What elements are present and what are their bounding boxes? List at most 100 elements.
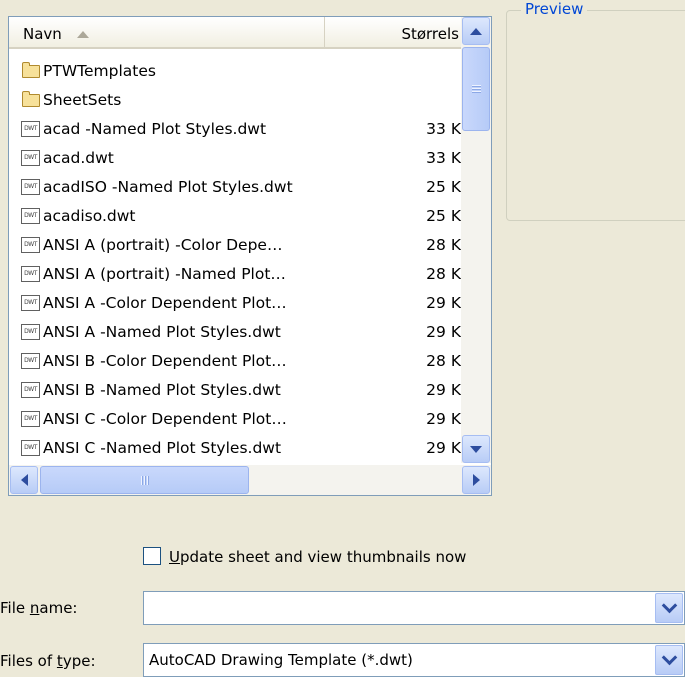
file-row[interactable]: DWT acad -Named Plot Styles.dwt 33 K <box>9 115 461 144</box>
update-thumbnails-text: pdate sheet and view thumbnails now <box>179 548 467 566</box>
dwt-file-icon: DWT <box>21 265 41 283</box>
file-row[interactable]: DWT ANSI B -Named Plot Styles.dwt 29 K <box>9 376 461 405</box>
file-name-cell: SheetSets <box>43 91 122 109</box>
sort-ascending-icon <box>76 31 89 38</box>
folder-shape <box>22 91 40 107</box>
dwt-file-icon: DWT <box>21 178 41 196</box>
file-rows: PTWTemplates SheetSets DWT acad -Named Plot… <box>9 57 461 463</box>
file-name-label-pre: File <box>0 599 30 617</box>
chevron-down-icon <box>661 649 677 666</box>
file-name-cell: ANSI C -Named Plot Styles.dwt <box>43 439 282 457</box>
file-size-cell: 28 K <box>426 352 461 370</box>
dwt-file-icon: DWT <box>21 410 41 428</box>
dwt-icon-badge: DWT <box>21 382 40 398</box>
file-row[interactable]: SheetSets <box>9 86 461 115</box>
column-header-size[interactable]: Størrels <box>326 17 461 47</box>
list-header: Navn Størrels <box>9 17 461 49</box>
file-name-dropdown-button[interactable] <box>655 593 683 623</box>
file-type-combobox[interactable]: AutoCAD Drawing Template (*.dwt) <box>143 643 685 677</box>
horizontal-scroll-thumb[interactable] <box>40 466 249 494</box>
dwt-file-icon: DWT <box>21 352 41 370</box>
scroll-right-button[interactable] <box>462 466 490 494</box>
file-row[interactable]: DWT acad.dwt 33 K <box>9 144 461 173</box>
file-type-label-post: ype: <box>62 652 96 670</box>
dwt-icon-badge: DWT <box>21 295 40 311</box>
file-row[interactable]: DWT ANSI A -Color Dependent Plot… 29 K <box>9 289 461 318</box>
dwt-icon-badge: DWT <box>21 411 40 427</box>
file-name-cell: ANSI A (portrait) -Color Depe… <box>43 236 283 254</box>
preview-group: Preview <box>506 0 685 221</box>
file-size-cell: 29 K <box>426 410 461 428</box>
column-header-size-label: Størrels <box>401 25 459 43</box>
file-size-cell: 29 K <box>426 381 461 399</box>
vertical-scroll-thumb[interactable] <box>462 47 490 131</box>
horizontal-scrollbar[interactable] <box>9 465 491 495</box>
dwt-icon-badge: DWT <box>21 353 40 369</box>
dwt-file-icon: DWT <box>21 236 41 254</box>
dwt-icon-badge: DWT <box>21 266 40 282</box>
file-row[interactable]: DWT ANSI C -Color Dependent Plot… 29 K <box>9 405 461 434</box>
vertical-scrollbar[interactable] <box>461 17 491 463</box>
file-name-cell: acadISO -Named Plot Styles.dwt <box>43 178 293 196</box>
file-name-cell: ANSI A -Named Plot Styles.dwt <box>43 323 281 341</box>
arrow-right-icon <box>472 474 480 486</box>
chevron-down-icon <box>661 597 677 614</box>
arrow-left-icon <box>20 474 28 486</box>
update-thumbnails-checkbox[interactable] <box>143 547 161 565</box>
file-name-cell: acadiso.dwt <box>43 207 136 225</box>
dwt-file-icon: DWT <box>21 381 41 399</box>
dwt-file-icon: DWT <box>21 439 41 457</box>
file-name-cell: ANSI C -Color Dependent Plot… <box>43 410 287 428</box>
file-name-cell: ANSI B -Color Dependent Plot… <box>43 352 287 370</box>
folder-icon <box>21 62 41 80</box>
file-type-label: Files of type: <box>0 650 96 672</box>
mnemonic-u: U <box>169 548 180 566</box>
dwt-icon-badge: DWT <box>21 179 40 195</box>
update-thumbnails-label[interactable]: Update sheet and view thumbnails now <box>169 545 466 569</box>
file-size-cell <box>327 57 461 86</box>
file-size-cell: 33 K <box>426 120 461 138</box>
folder-shape <box>22 62 40 78</box>
grip-icon <box>472 85 481 93</box>
file-row[interactable]: PTWTemplates <box>9 57 461 86</box>
file-row[interactable]: DWT ANSI C -Named Plot Styles.dwt 29 K <box>9 434 461 463</box>
dwt-icon-badge: DWT <box>21 208 40 224</box>
file-dialog: Navn Størrels PTWTemplates SheetSets DWT ac… <box>0 0 685 677</box>
file-size-cell: 29 K <box>426 439 461 457</box>
dwt-file-icon: DWT <box>21 323 41 341</box>
file-size-cell: 28 K <box>426 265 461 283</box>
dwt-file-icon: DWT <box>21 149 41 167</box>
scroll-down-button[interactable] <box>462 435 490 463</box>
file-name-combobox[interactable] <box>143 591 685 625</box>
dwt-file-icon: DWT <box>21 207 41 225</box>
folder-icon <box>21 91 41 109</box>
file-type-dropdown-button[interactable] <box>655 645 683 675</box>
file-row[interactable]: DWT ANSI A (portrait) -Named Plot… 28 K <box>9 260 461 289</box>
file-name-cell: acad.dwt <box>43 149 114 167</box>
dwt-icon-badge: DWT <box>21 150 40 166</box>
scroll-up-button[interactable] <box>462 17 490 45</box>
file-size-cell: 29 K <box>426 294 461 312</box>
file-row[interactable]: DWT ANSI A -Named Plot Styles.dwt 29 K <box>9 318 461 347</box>
file-size-cell <box>327 86 461 115</box>
dwt-file-icon: DWT <box>21 120 41 138</box>
grip-icon <box>141 476 149 485</box>
preview-label: Preview <box>521 0 588 19</box>
file-size-cell: 29 K <box>426 323 461 341</box>
column-header-name[interactable]: Navn <box>9 17 325 47</box>
file-name-label-post: ame: <box>39 599 78 617</box>
file-row[interactable]: DWT acadiso.dwt 25 K <box>9 202 461 231</box>
file-row[interactable]: DWT ANSI B -Color Dependent Plot… 28 K <box>9 347 461 376</box>
file-name-cell: ANSI A (portrait) -Named Plot… <box>43 265 286 283</box>
dwt-icon-badge: DWT <box>21 324 40 340</box>
file-size-cell: 33 K <box>426 149 461 167</box>
file-size-cell: 28 K <box>426 236 461 254</box>
file-list[interactable]: Navn Størrels PTWTemplates SheetSets DWT ac… <box>8 16 492 496</box>
file-name-cell: PTWTemplates <box>43 62 156 80</box>
file-row[interactable]: DWT ANSI A (portrait) -Color Depe… 28 K <box>9 231 461 260</box>
scroll-left-button[interactable] <box>10 466 38 494</box>
file-row[interactable]: DWT acadISO -Named Plot Styles.dwt 25 K <box>9 173 461 202</box>
file-name-cell: acad -Named Plot Styles.dwt <box>43 120 267 138</box>
dwt-icon-badge: DWT <box>21 440 40 456</box>
file-name-cell: ANSI A -Color Dependent Plot… <box>43 294 287 312</box>
